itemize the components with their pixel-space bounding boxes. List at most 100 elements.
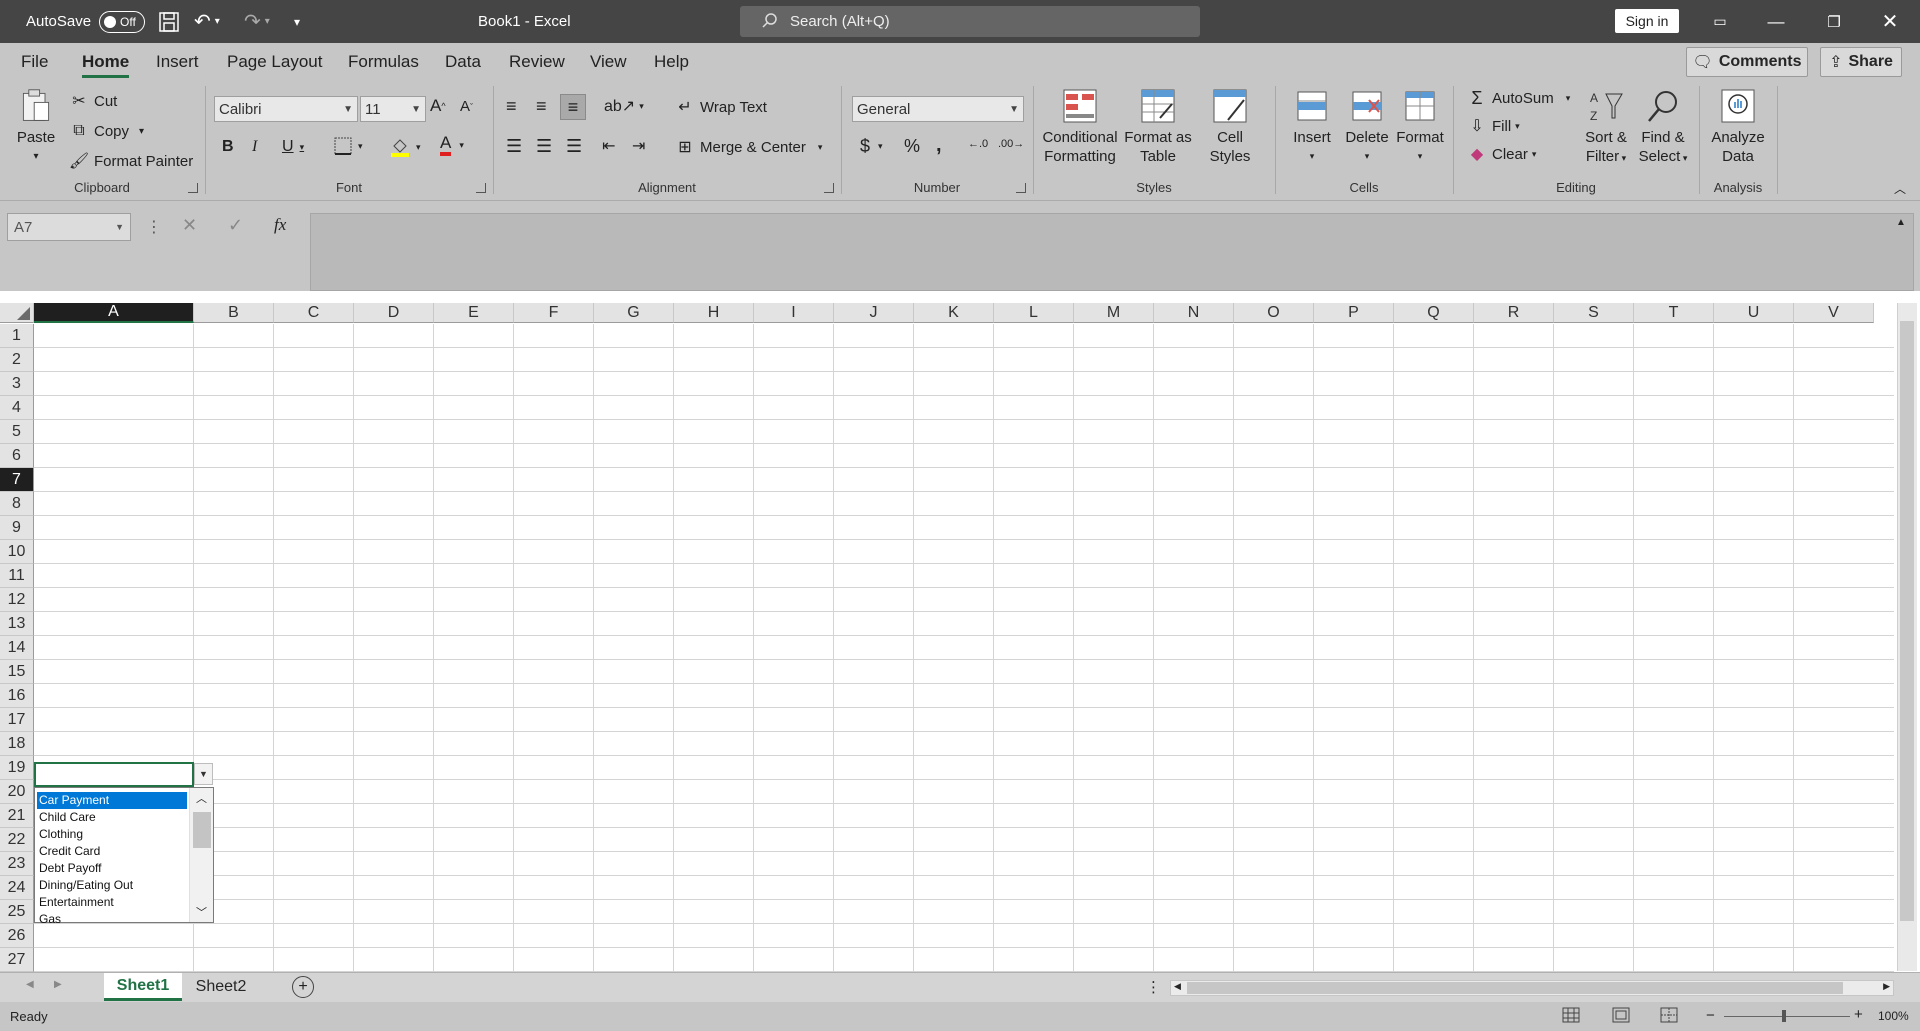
font-size-select[interactable]: 11 ▼ (360, 96, 426, 122)
orientation-icon[interactable]: ab↗ ▾ (604, 96, 644, 116)
validation-list-item[interactable]: Gas (37, 911, 187, 928)
currency-icon[interactable]: $ ▾ (860, 136, 883, 157)
font-color-icon[interactable]: A ▾ (440, 134, 464, 156)
select-all-button[interactable] (0, 303, 34, 323)
tab-view[interactable]: View (590, 43, 627, 80)
row-header[interactable]: 22 (0, 828, 34, 852)
row-header[interactable]: 3 (0, 372, 34, 396)
enter-icon[interactable]: ✓ (228, 215, 243, 236)
fill-color-icon[interactable]: ▾ (390, 136, 421, 158)
cell-grid[interactable] (34, 324, 1894, 972)
restore-icon[interactable]: ❐ (1806, 0, 1862, 43)
row-header[interactable]: 21 (0, 804, 34, 828)
validation-list-item[interactable]: Child Care (37, 809, 187, 826)
tab-data[interactable]: Data (445, 43, 481, 80)
prev-sheet-icon[interactable]: ◀ (26, 979, 34, 990)
zoom-in-icon[interactable]: + (1854, 1006, 1863, 1023)
decrease-font-icon[interactable]: Aˇ (460, 98, 473, 115)
cancel-icon[interactable]: ✕ (182, 215, 197, 236)
row-header[interactable]: 24 (0, 876, 34, 900)
validation-list-item[interactable]: Credit Card (37, 843, 187, 860)
clipboard-launcher-icon[interactable] (188, 183, 198, 193)
page-layout-view-icon[interactable] (1612, 1007, 1630, 1023)
name-box[interactable]: A7 ▼ (7, 213, 131, 241)
row-header[interactable]: 14 (0, 636, 34, 660)
column-header[interactable]: S (1554, 303, 1634, 323)
column-header[interactable]: H (674, 303, 754, 323)
tab-review[interactable]: Review (509, 43, 565, 80)
vertical-scroll-thumb[interactable] (1900, 321, 1914, 921)
font-name-select[interactable]: Calibri ▼ (214, 96, 358, 122)
share-button[interactable]: ⇪ Share (1820, 47, 1902, 77)
formula-input[interactable] (310, 213, 1914, 291)
ribbon-display-icon[interactable]: ▭ (1692, 0, 1748, 43)
bold-icon[interactable]: B (222, 138, 234, 156)
align-left-icon[interactable]: ☰ (506, 136, 522, 157)
format-as-table-button[interactable]: Format as Table (1122, 88, 1194, 166)
sheet-tab-sheet2[interactable]: Sheet2 (184, 973, 258, 1001)
column-header[interactable]: M (1074, 303, 1154, 323)
merge-center-button[interactable]: ⊞ Merge & Center ▾ (674, 136, 822, 158)
zoom-slider-thumb[interactable] (1782, 1010, 1786, 1022)
column-header[interactable]: U (1714, 303, 1794, 323)
validation-list-item[interactable]: Debt Payoff (37, 860, 187, 877)
row-header[interactable]: 15 (0, 660, 34, 684)
tab-file[interactable]: File (21, 43, 48, 80)
zoom-slider[interactable] (1724, 1016, 1850, 1017)
active-cell[interactable] (34, 762, 194, 787)
column-header[interactable]: V (1794, 303, 1874, 323)
increase-font-icon[interactable]: A ^ (430, 96, 446, 116)
comments-button[interactable]: 🗨 Comments (1686, 47, 1808, 77)
column-header[interactable]: I (754, 303, 834, 323)
copy-button[interactable]: ⧉ Copy ▾ (68, 120, 144, 142)
column-header[interactable]: D (354, 303, 434, 323)
redo-icon[interactable]: ↷ ▾ (244, 0, 270, 43)
row-header[interactable]: 25 (0, 900, 34, 924)
column-header[interactable]: P (1314, 303, 1394, 323)
vertical-scrollbar[interactable] (1897, 303, 1917, 971)
row-header[interactable]: 27 (0, 948, 34, 972)
close-icon[interactable]: ✕ (1862, 0, 1918, 43)
insert-cells-button[interactable]: Insert ▾ (1288, 88, 1336, 166)
paste-button[interactable]: Paste ▾ (14, 88, 58, 166)
row-header[interactable]: 17 (0, 708, 34, 732)
scroll-down-icon[interactable]: ﹀ (196, 904, 207, 920)
number-launcher-icon[interactable] (1016, 183, 1026, 193)
comma-icon[interactable]: , (936, 134, 942, 157)
column-header[interactable]: T (1634, 303, 1714, 323)
tab-home[interactable]: Home (82, 43, 130, 80)
validation-list-item[interactable]: Car Payment (37, 792, 187, 809)
zoom-out-icon[interactable]: − (1706, 1007, 1715, 1024)
tab-page-layout[interactable]: Page Layout (227, 43, 322, 80)
row-header[interactable]: 2 (0, 348, 34, 372)
scroll-left-icon[interactable]: ◀ (1174, 981, 1181, 992)
row-header[interactable]: 18 (0, 732, 34, 756)
row-header[interactable]: 10 (0, 540, 34, 564)
collapse-ribbon-icon[interactable]: ︿ (1894, 180, 1906, 197)
column-header[interactable]: E (434, 303, 514, 323)
expand-formula-icon[interactable]: ▲ (1896, 217, 1906, 228)
search-box[interactable]: Search (Alt+Q) (740, 6, 1200, 37)
column-header[interactable]: G (594, 303, 674, 323)
number-format-select[interactable]: General ▼ (852, 96, 1024, 122)
validation-list-item[interactable]: Clothing (37, 826, 187, 843)
column-header[interactable]: R (1474, 303, 1554, 323)
next-sheet-icon[interactable]: ▶ (54, 979, 62, 990)
format-painter-button[interactable]: 🖌 Format Painter (68, 150, 193, 172)
column-header[interactable]: L (994, 303, 1074, 323)
tab-insert[interactable]: Insert (156, 43, 199, 80)
row-header[interactable]: 5 (0, 420, 34, 444)
horizontal-scrollbar[interactable]: ◀ ▶ (1170, 980, 1894, 996)
validation-dropdown-button[interactable]: ▼ (194, 763, 213, 785)
borders-icon[interactable]: ▾ (334, 137, 363, 155)
column-header[interactable]: C (274, 303, 354, 323)
row-header[interactable]: 7 (0, 468, 34, 492)
insert-function-icon[interactable]: fx (274, 215, 286, 235)
tab-formulas[interactable]: Formulas (348, 43, 419, 80)
align-middle-icon[interactable]: ≡ (536, 96, 547, 117)
column-header[interactable]: K (914, 303, 994, 323)
align-center-icon[interactable]: ☰ (536, 136, 552, 157)
normal-view-icon[interactable] (1562, 1007, 1580, 1023)
row-header[interactable]: 26 (0, 924, 34, 948)
add-sheet-icon[interactable]: + (292, 976, 314, 998)
